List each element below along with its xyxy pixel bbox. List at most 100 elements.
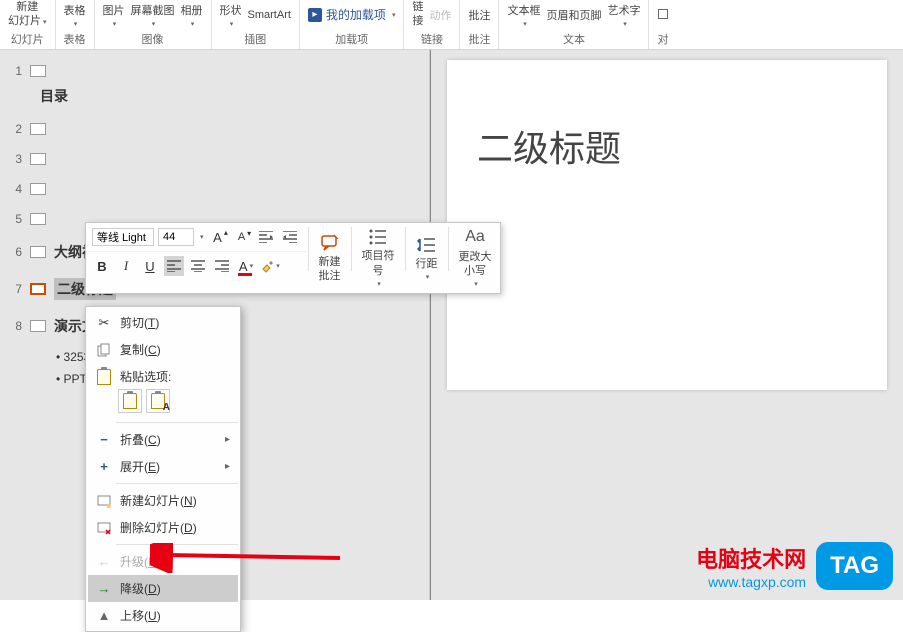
outline-entry-3[interactable]: 3 [0,148,429,170]
plus-icon: + [96,459,112,475]
brush-icon [260,259,274,273]
ribbon-group-text: 文本框▾ 页眉和页脚 艺术字▾ 文本 [499,0,649,49]
align-right-button[interactable] [212,256,232,276]
slide-icon [30,320,46,332]
new-comment-button[interactable]: 新建 批注 [311,223,349,293]
ribbon-group-label: 批注 [468,29,490,49]
slide-icon [30,213,46,225]
new-slide-icon [96,493,112,509]
slide-canvas[interactable]: 二级标题 [447,60,887,390]
ribbon-group-edge: 对 [649,0,676,49]
slide-number: 8 [8,319,22,333]
chevron-down-icon[interactable]: ▾ [200,233,204,241]
paste-option-keep-source[interactable] [118,389,142,413]
menu-collapse[interactable]: − 折叠(C) ▸ [88,426,238,453]
arrow-up-icon: ▲ [96,608,112,624]
table-button[interactable]: 表格▾ [64,2,86,28]
new-slide-button[interactable]: 新建幻灯片▾ [8,1,47,27]
wordart-button[interactable]: 艺术字▾ [607,2,640,28]
font-name-select[interactable] [92,228,154,246]
picture-button[interactable]: 图片▾ [103,2,125,28]
watermark-title: 电脑技术网 [696,542,806,574]
menu-copy[interactable]: 复制(C) [88,336,238,363]
menu-move-up[interactable]: ▲ 上移(U) [88,602,238,629]
paste-option-text-only[interactable]: A [146,389,170,413]
textbox-button[interactable]: 文本框▾ [507,2,540,28]
menu-expand[interactable]: + 展开(E) ▸ [88,453,238,480]
screenshot-button[interactable]: 屏幕截图▾ [131,2,175,28]
album-button[interactable]: 相册▾ [181,2,203,28]
ribbon-group-addins: ▸ 我的加载项▾ 加载项 [300,0,405,49]
slide-icon-active [30,283,46,295]
paste-options-row: A [88,385,238,419]
slide-number: 7 [8,282,22,296]
slide-icon [30,123,46,135]
watermark-url: www.tagxp.com [696,574,806,590]
comment-button[interactable]: 批注 [468,7,490,23]
my-addins-button[interactable]: ▸ 我的加载项▾ [308,6,396,23]
slide-number: 1 [8,64,22,78]
ribbon-edge-label: 对 [657,29,668,49]
font-size-select[interactable] [158,228,194,246]
delete-slide-icon [96,520,112,536]
outline-entry-4[interactable]: 4 [0,178,429,200]
increase-indent-button[interactable] [280,227,300,247]
menu-promote: ← 升级(P) [88,548,238,575]
italic-button[interactable]: I [116,256,136,276]
bullets-button[interactable]: 项目符 号▾ [354,223,403,293]
change-case-icon: Aa [465,227,485,248]
slide-number: 5 [8,212,22,226]
menu-separator [116,483,238,484]
ribbon: 新建幻灯片▾ 幻灯片 表格▾ 表格 图片▾ 屏幕截图▾ 相册▾ 图像 形状▾ S… [0,0,903,50]
arrow-left-icon: ← [96,554,112,570]
line-spacing-icon [417,235,437,255]
format-painter-button[interactable]: ▾ [260,256,280,276]
menu-demote[interactable]: → 降级(D) [88,575,238,602]
decrease-indent-button[interactable] [256,227,276,247]
align-center-button[interactable] [188,256,208,276]
slide-number: 3 [8,152,22,166]
action-button: 动作 [429,7,451,23]
header-footer-button[interactable]: 页眉和页脚 [546,7,601,23]
smartart-button[interactable]: SmartArt [248,9,291,21]
paste-icon [96,369,112,385]
slide-number: 2 [8,122,22,136]
indent-right-icon [283,231,297,243]
ribbon-group-comments: 批注 批注 [460,0,499,49]
outline-entry-2[interactable]: 2 [0,118,429,140]
link-button[interactable]: 链接 [412,1,423,27]
bold-button[interactable]: B [92,256,112,276]
menu-delete-slide[interactable]: 删除幻灯片(D) [88,514,238,541]
ribbon-group-label: 图像 [142,29,164,49]
font-color-button[interactable]: A▾ [236,256,256,276]
ribbon-group-illustrations: 形状▾ SmartArt 插图 [212,0,300,49]
outline-title-text[interactable]: 目录 [0,82,429,110]
align-left-icon [167,260,181,272]
outline-entry-1[interactable]: 1 [0,60,429,82]
shapes-button[interactable]: 形状▾ [220,2,242,28]
slide-icon [30,153,46,165]
menu-new-slide[interactable]: 新建幻灯片(N) [88,487,238,514]
line-spacing-button[interactable]: 行距▾ [408,223,446,293]
decrease-font-button[interactable]: A [232,227,252,247]
ribbon-group-label: 插图 [244,29,266,49]
ribbon-group-links: 链接 动作 链接 [404,0,460,49]
ribbon-group-images: 图片▾ 屏幕截图▾ 相册▾ 图像 [95,0,212,49]
ribbon-group-slides: 新建幻灯片▾ 幻灯片 [0,0,56,49]
comment-icon [320,233,340,253]
slide-preview: 二级标题 [430,50,903,600]
ribbon-group-label: 文本 [563,29,585,49]
change-case-button[interactable]: Aa 更改大 小写▾ [451,223,500,293]
align-left-button[interactable] [164,256,184,276]
addin-icon: ▸ [308,8,322,22]
watermark-tag: TAG [816,542,893,590]
slide-icon [30,183,46,195]
context-menu: ✂ 剪切(T) 复制(C) 粘贴选项: A − 折叠(C) ▸ + 展开(E) … [85,306,241,632]
copy-icon [96,342,112,358]
underline-button[interactable]: U [140,256,160,276]
indent-left-icon [259,231,273,243]
increase-font-button[interactable]: A [208,227,228,247]
edge-button[interactable] [658,9,668,21]
ribbon-group-label: 加载项 [335,29,368,49]
menu-cut[interactable]: ✂ 剪切(T) [88,309,238,336]
